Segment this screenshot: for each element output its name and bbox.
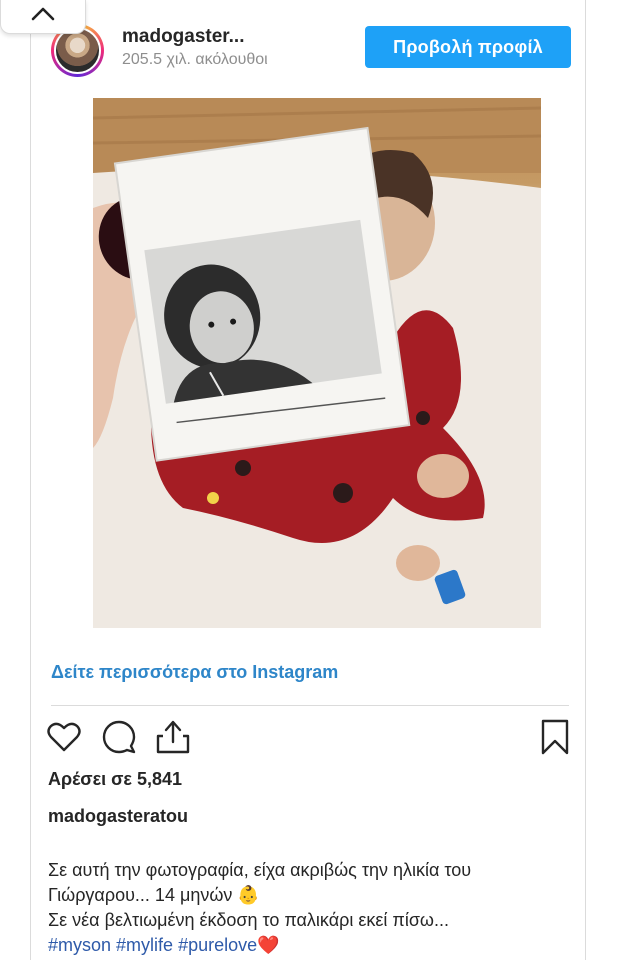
comment-icon: [100, 720, 138, 760]
follower-count: 205.5 χιλ. ακόλουθοι: [122, 51, 268, 68]
chevron-up-icon: [30, 6, 56, 27]
view-profile-button[interactable]: Προβολή προφίλ: [365, 26, 571, 68]
post-photo[interactable]: [93, 98, 541, 628]
heart-emoji: ❤️: [257, 935, 280, 955]
bookmark-icon: [536, 719, 574, 760]
divider: [51, 705, 569, 706]
hashtag-myson[interactable]: #myson: [48, 935, 111, 955]
username[interactable]: madogaster...: [122, 26, 245, 48]
share-button[interactable]: [154, 718, 192, 756]
hashtag-purelove[interactable]: #purelove: [178, 935, 257, 955]
caption-username[interactable]: madogasteratou: [48, 806, 188, 827]
save-button[interactable]: [536, 718, 574, 756]
heart-icon: [45, 722, 83, 760]
post-header: madogaster... 205.5 χιλ. ακόλουθοι Προβο…: [31, 0, 585, 90]
caption-line-2: Σε νέα βελτιωμένη έκδοση το παλικάρι εκε…: [48, 910, 449, 930]
collapse-button[interactable]: [0, 0, 86, 34]
post-photo-art: [93, 98, 541, 628]
avatar-image: [54, 27, 101, 74]
like-count[interactable]: Αρέσει σε 5,841: [48, 769, 182, 790]
share-icon: [154, 720, 192, 760]
comment-button[interactable]: [100, 718, 138, 756]
like-button[interactable]: [45, 718, 83, 756]
see-more-link[interactable]: Δείτε περισσότερα στο Instagram: [51, 662, 338, 683]
hashtag-mylife[interactable]: #mylife: [116, 935, 173, 955]
post-caption: Σε αυτή την φωτογραφία, είχα ακριβώς την…: [48, 858, 573, 958]
baby-emoji: 👶: [237, 885, 260, 905]
instagram-embed-card: madogaster... 205.5 χιλ. ακόλουθοι Προβο…: [30, 0, 586, 960]
